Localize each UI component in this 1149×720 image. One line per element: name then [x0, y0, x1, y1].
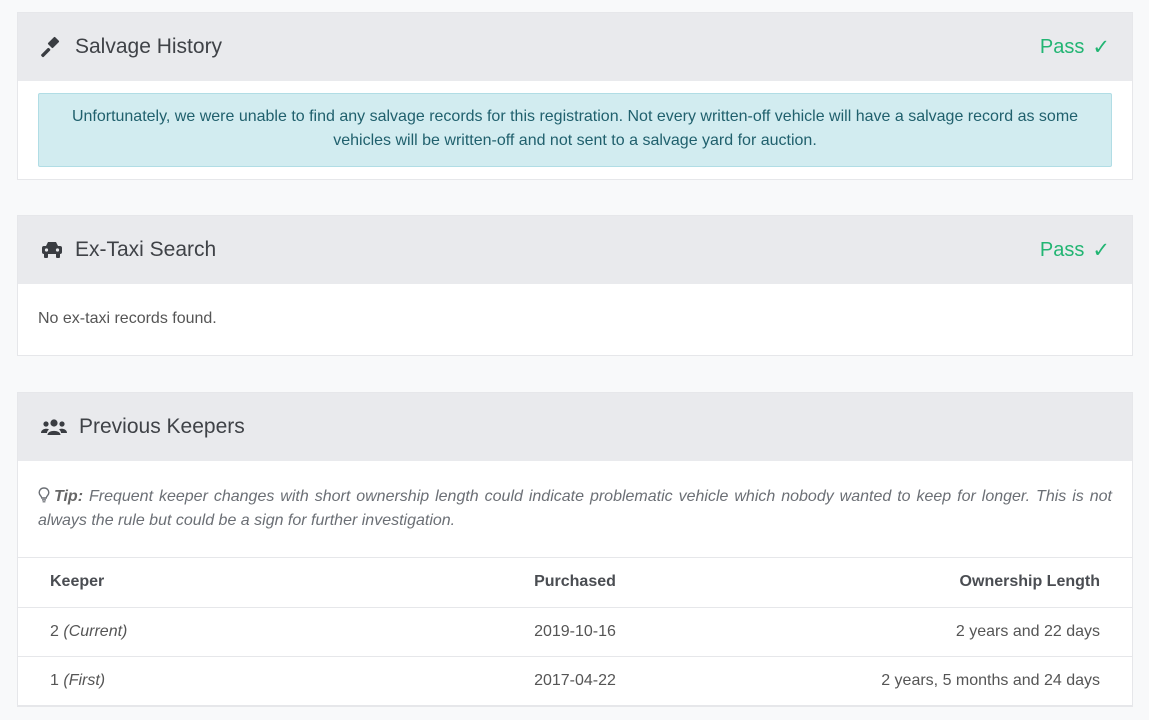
ownership-length-cell: 2 years, 5 months and 24 days	[764, 656, 1132, 706]
keeper-cell: 1 (First)	[18, 656, 386, 706]
ex-taxi-card: Ex-Taxi Search Pass ✓ No ex-taxi records…	[17, 215, 1133, 356]
tip-label: Tip:	[54, 488, 84, 505]
purchased-cell: 2019-10-16	[385, 607, 765, 657]
card-title: Ex-Taxi Search	[75, 238, 217, 261]
column-header-keeper: Keeper	[18, 558, 386, 608]
table-header-row: Keeper Purchased Ownership Length	[18, 558, 1132, 608]
ownership-length-cell: 2 years and 22 days	[764, 607, 1132, 657]
check-icon: ✓	[1092, 238, 1110, 262]
card-title: Previous Keepers	[79, 415, 245, 438]
ex-taxi-header: Ex-Taxi Search Pass ✓	[18, 216, 1132, 284]
column-header-purchased: Purchased	[385, 558, 765, 608]
keeper-note: (Current)	[63, 622, 128, 640]
status-text: Pass	[1039, 35, 1085, 58]
ex-taxi-message: No ex-taxi records found.	[38, 310, 217, 327]
keeper-note: (First)	[63, 671, 106, 689]
keepers-table: Keeper Purchased Ownership Length 2 (Cur…	[18, 558, 1132, 706]
previous-keepers-header: Previous Keepers	[18, 393, 1132, 461]
users-icon	[41, 416, 67, 438]
tip-body: Frequent keeper changes with short owner…	[38, 488, 1112, 529]
salvage-alert: Unfortunately, we were unable to find an…	[38, 93, 1112, 167]
keeper-cell: 2 (Current)	[18, 607, 386, 657]
table-row: 1 (First) 2017-04-22 2 years, 5 months a…	[18, 656, 1132, 706]
lightbulb-icon	[38, 487, 50, 503]
check-icon: ✓	[1092, 35, 1110, 59]
purchased-cell: 2017-04-22	[385, 656, 765, 706]
card-title: Salvage History	[75, 35, 223, 58]
tip-text: Tip: Frequent keeper changes with short …	[18, 461, 1132, 558]
previous-keepers-card: Previous Keepers Tip: Frequent keeper ch…	[17, 392, 1133, 707]
column-header-ownership-length: Ownership Length	[764, 558, 1132, 608]
status-badge: Pass ✓	[1040, 238, 1110, 263]
status-text: Pass	[1039, 238, 1085, 261]
taxi-icon	[41, 239, 63, 261]
table-row: 2 (Current) 2019-10-16 2 years and 22 da…	[18, 607, 1132, 657]
status-badge: Pass ✓	[1040, 35, 1110, 60]
salvage-history-card: Salvage History Pass ✓ Unfortunately, we…	[17, 12, 1133, 180]
gavel-icon	[41, 36, 63, 58]
salvage-history-header: Salvage History Pass ✓	[18, 13, 1132, 81]
